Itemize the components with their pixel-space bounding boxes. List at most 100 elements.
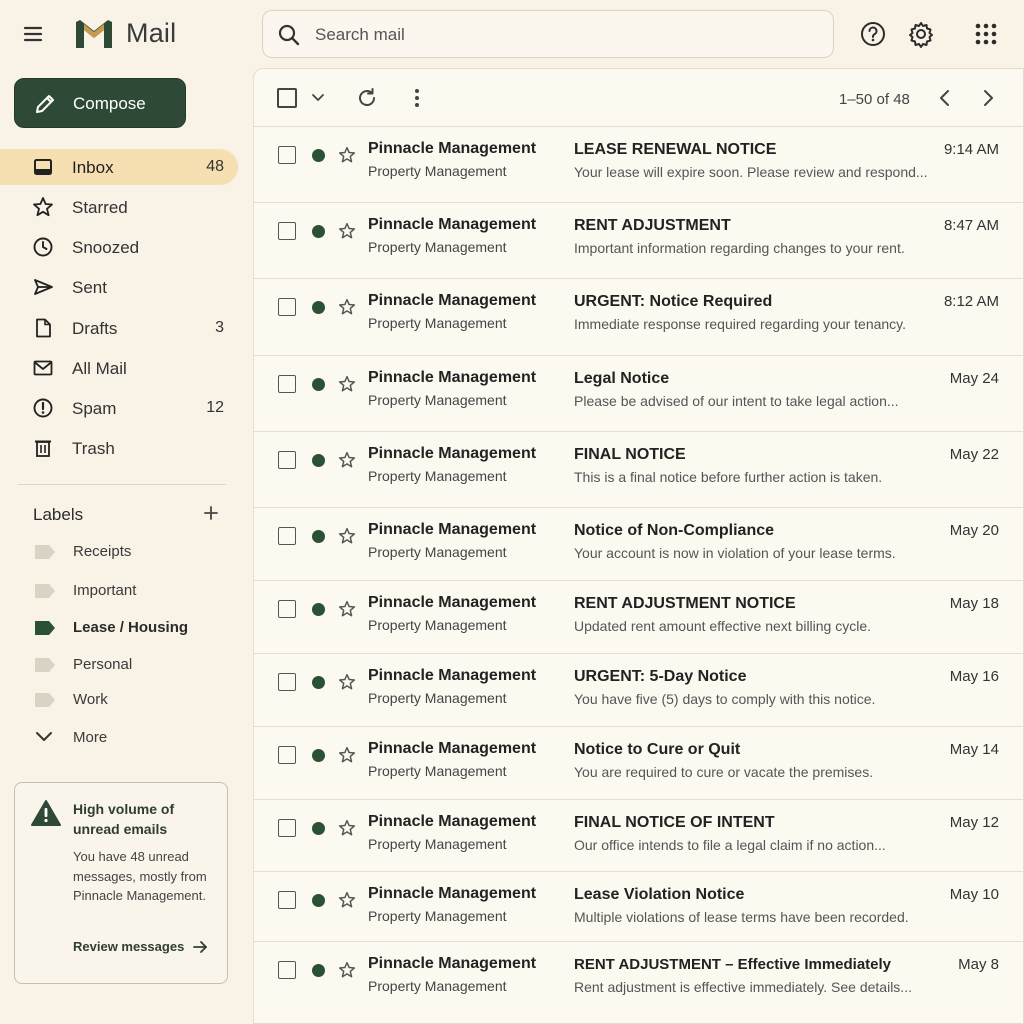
label-tag-icon: [34, 544, 56, 560]
unread-dot-icon: [312, 822, 325, 835]
email-sender-org: Property Management: [368, 163, 507, 179]
email-sender: Pinnacle Management: [368, 667, 537, 684]
settings-icon[interactable]: [907, 20, 935, 48]
sidebar-item-inbox[interactable]: Inbox 48: [0, 149, 238, 185]
review-messages-link[interactable]: Review messages: [73, 939, 184, 954]
label-name: Receipts: [73, 543, 132, 560]
email-checkbox[interactable]: [278, 298, 296, 316]
email-row[interactable]: Pinnacle Management Property Management RE…: [254, 203, 1023, 279]
email-subject: FINAL NOTICE: [574, 446, 686, 463]
email-checkbox[interactable]: [278, 673, 296, 691]
spam-icon: [32, 397, 54, 419]
sidebar-item-sent[interactable]: Sent: [0, 269, 238, 305]
email-snippet: Important information regarding changes …: [574, 240, 905, 256]
previous-page-icon[interactable]: [935, 88, 955, 108]
star-icon[interactable]: [338, 600, 356, 618]
email-row[interactable]: Pinnacle Management Property Management RE…: [254, 581, 1023, 654]
unread-dot-icon: [312, 894, 325, 907]
unread-dot-icon: [312, 676, 325, 689]
label-item-receipts[interactable]: Receipts: [0, 536, 238, 566]
email-row[interactable]: Pinnacle Management Property Management Le…: [254, 356, 1023, 432]
star-icon[interactable]: [338, 819, 356, 837]
label-tag-icon: [34, 692, 56, 708]
sidebar-item-snoozed[interactable]: Snoozed: [0, 229, 238, 265]
email-checkbox[interactable]: [278, 222, 296, 240]
email-row[interactable]: Pinnacle Management Property Management FI…: [254, 800, 1023, 872]
email-row[interactable]: Pinnacle Management Property Management No…: [254, 727, 1023, 800]
email-sender: Pinnacle Management: [368, 216, 537, 233]
email-row[interactable]: Pinnacle Management Property Management FI…: [254, 432, 1023, 508]
email-time: May 16: [949, 668, 999, 685]
email-checkbox[interactable]: [278, 891, 296, 909]
email-time: May 18: [949, 595, 999, 612]
sidebar-item-spam[interactable]: Spam 12: [0, 390, 238, 426]
search-bar[interactable]: [262, 10, 834, 58]
star-icon[interactable]: [338, 527, 356, 545]
star-icon[interactable]: [338, 746, 356, 764]
star-icon[interactable]: [338, 673, 356, 691]
email-row[interactable]: Pinnacle Management Property Management LE…: [254, 127, 1023, 203]
sidebar-item-all-mail[interactable]: All Mail: [0, 350, 238, 386]
email-row[interactable]: Pinnacle Management Property Management UR…: [254, 654, 1023, 727]
label-item-important[interactable]: Important: [0, 575, 238, 605]
sidebar-item-starred[interactable]: Starred: [0, 189, 238, 225]
email-row[interactable]: Pinnacle Management Property Management UR…: [254, 279, 1023, 356]
star-icon[interactable]: [338, 146, 356, 164]
email-row[interactable]: Pinnacle Management Property Management No…: [254, 508, 1023, 581]
email-time: 8:12 AM: [943, 293, 999, 310]
email-checkbox[interactable]: [278, 146, 296, 164]
email-checkbox[interactable]: [278, 451, 296, 469]
more-options-icon[interactable]: [407, 87, 427, 109]
email-checkbox[interactable]: [278, 819, 296, 837]
app-title: Mail: [126, 18, 177, 48]
chevron-down-icon: [34, 728, 54, 746]
select-all-checkbox[interactable]: [277, 88, 297, 108]
apps-grid-icon[interactable]: [972, 20, 1000, 48]
email-checkbox[interactable]: [278, 746, 296, 764]
email-checkbox[interactable]: [278, 600, 296, 618]
email-checkbox[interactable]: [278, 375, 296, 393]
email-subject: RENT ADJUSTMENT NOTICE: [574, 595, 796, 612]
select-dropdown-icon[interactable]: [310, 91, 326, 105]
email-row[interactable]: Pinnacle Management Property Management Le…: [254, 872, 1023, 942]
label-item-work[interactable]: Work: [0, 684, 238, 714]
email-sender-org: Property Management: [368, 908, 507, 924]
star-icon[interactable]: [338, 298, 356, 316]
help-icon[interactable]: [859, 20, 887, 48]
alert-body: You have 48 unread messages, mostly from…: [73, 849, 207, 903]
add-label-icon[interactable]: [202, 504, 220, 522]
more-labels-toggle[interactable]: More: [0, 722, 238, 752]
search-icon[interactable]: [277, 23, 301, 47]
message-list-panel: 1–50 of 48 Pinnacle Management Property M…: [253, 68, 1024, 1024]
sidebar-item-drafts[interactable]: Drafts 3: [0, 310, 238, 346]
email-row[interactable]: Pinnacle Management Property Management RE…: [254, 942, 1023, 1023]
search-input[interactable]: [315, 21, 815, 49]
arrow-right-icon[interactable]: [192, 939, 208, 955]
email-sender: Pinnacle Management: [368, 813, 537, 830]
star-icon[interactable]: [338, 222, 356, 240]
email-snippet: You have five (5) days to comply with th…: [574, 691, 876, 707]
mail-logo-icon: [72, 16, 116, 52]
compose-button[interactable]: Compose: [14, 78, 186, 128]
email-subject: Legal Notice: [574, 370, 670, 387]
email-sender: Pinnacle Management: [368, 369, 537, 386]
unread-count: 12: [206, 399, 224, 416]
label-item-lease-housing[interactable]: Lease / Housing: [0, 612, 238, 642]
main-menu-icon[interactable]: [20, 21, 46, 47]
refresh-icon[interactable]: [356, 87, 378, 109]
more-label: More: [73, 729, 108, 746]
labels-heading: Labels: [33, 505, 84, 524]
email-subject: Notice of Non-Compliance: [574, 522, 775, 539]
star-icon[interactable]: [338, 375, 356, 393]
email-checkbox[interactable]: [278, 527, 296, 545]
sidebar-item-trash[interactable]: Trash: [0, 430, 238, 466]
sidebar-item-label: Starred: [72, 198, 128, 217]
email-time: May 12: [949, 814, 999, 831]
label-item-personal[interactable]: Personal: [0, 649, 238, 679]
next-page-icon[interactable]: [978, 88, 998, 108]
email-sender-org: Property Management: [368, 544, 507, 560]
star-icon[interactable]: [338, 961, 356, 979]
star-icon[interactable]: [338, 891, 356, 909]
email-checkbox[interactable]: [278, 961, 296, 979]
star-icon[interactable]: [338, 451, 356, 469]
